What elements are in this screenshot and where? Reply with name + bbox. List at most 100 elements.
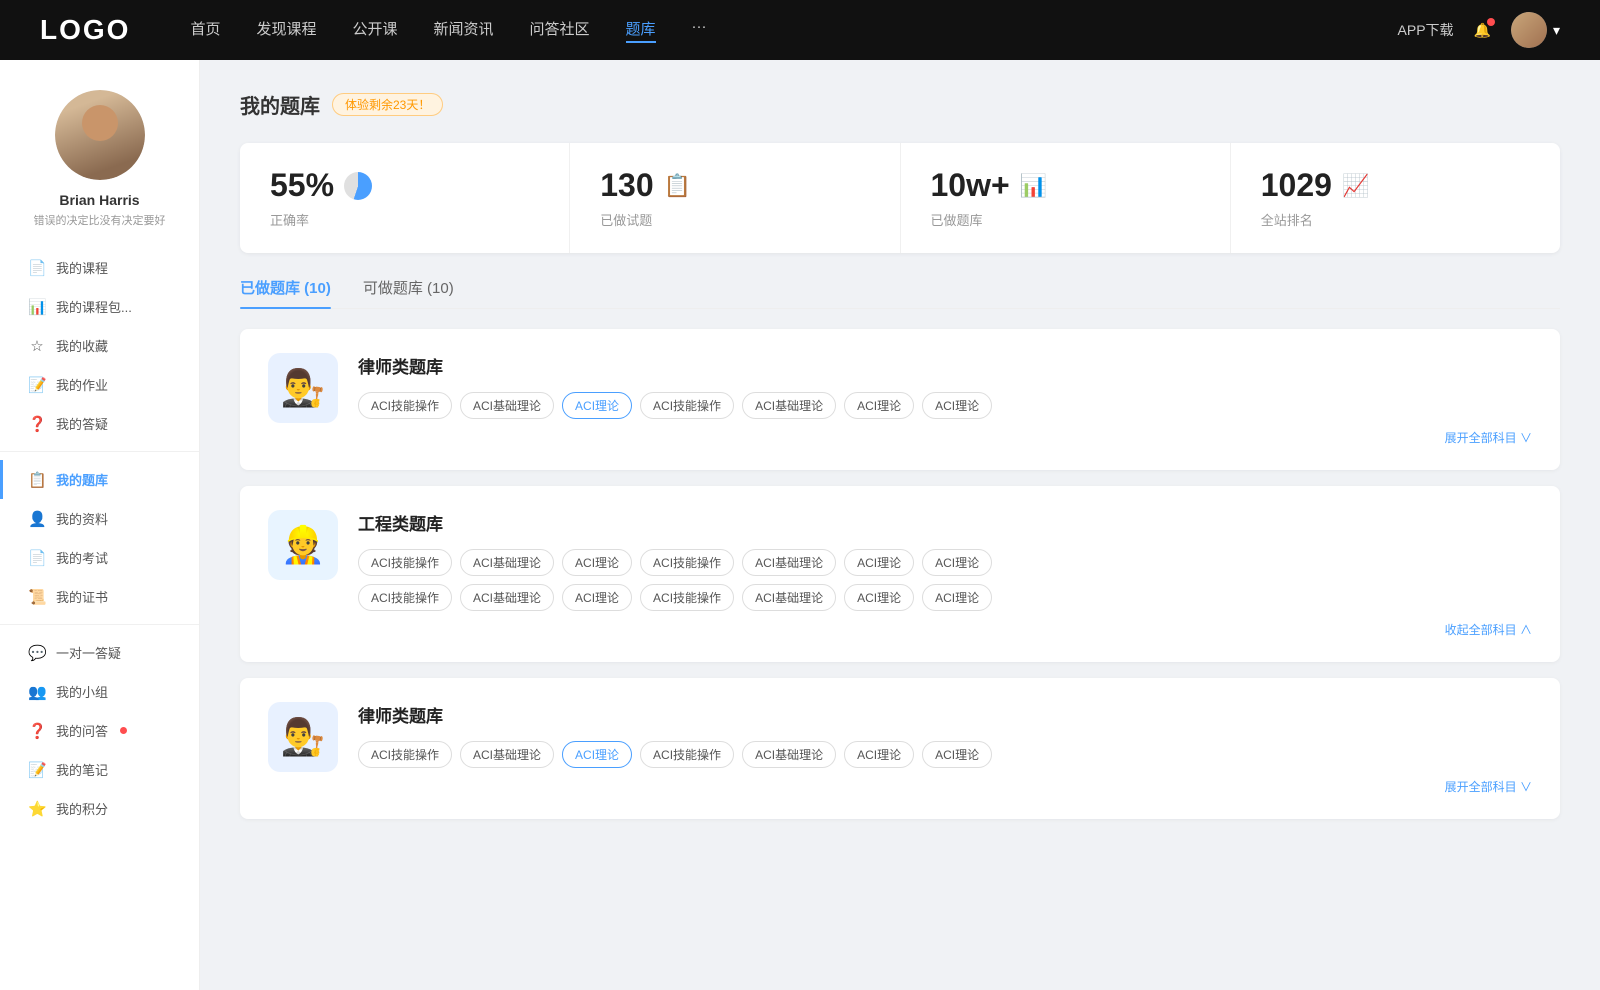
- stat-done-banks: 10w+ 📊 已做题库: [901, 143, 1231, 253]
- sidebar-item-profile[interactable]: 👤 我的资料: [0, 499, 199, 538]
- tag-item[interactable]: ACI理论: [922, 392, 992, 419]
- avatar: [1511, 12, 1547, 48]
- exam-icon: 📄: [28, 549, 46, 567]
- tag-item[interactable]: ACI基础理论: [460, 392, 554, 419]
- sidebar-menu: 📄 我的课程 📊 我的课程包... ☆ 我的收藏 📝 我的作业 ❓ 我的答疑 �: [0, 248, 199, 828]
- sidebar-item-label: 我的积分: [56, 799, 108, 818]
- sidebar-item-questions[interactable]: ❓ 我的答疑: [0, 404, 199, 443]
- tab-available-banks[interactable]: 可做题库 (10): [363, 277, 454, 308]
- sidebar-item-homework[interactable]: 📝 我的作业: [0, 365, 199, 404]
- tag-item-active[interactable]: ACI理论: [562, 392, 632, 419]
- sidebar-item-points[interactable]: ⭐ 我的积分: [0, 789, 199, 828]
- tag-item[interactable]: ACI基础理论: [742, 741, 836, 768]
- tag-item[interactable]: ACI理论: [922, 741, 992, 768]
- qbank-body: 律师类题库 ACI技能操作 ACI基础理论 ACI理论 ACI技能操作 ACI基…: [358, 702, 1532, 795]
- qbank-body: 律师类题库 ACI技能操作 ACI基础理论 ACI理论 ACI技能操作 ACI基…: [358, 353, 1532, 446]
- question-icon: ❓: [28, 415, 46, 433]
- sidebar-item-label: 我的小组: [56, 682, 108, 701]
- user-avatar-area[interactable]: ▾: [1511, 12, 1560, 48]
- tag-item-active[interactable]: ACI理论: [562, 741, 632, 768]
- tag-item[interactable]: ACI理论: [844, 549, 914, 576]
- sidebar-item-label: 我的证书: [56, 587, 108, 606]
- qbank-tags-row2: ACI技能操作 ACI基础理论 ACI理论 ACI技能操作 ACI基础理论 AC…: [358, 584, 1532, 611]
- tag-item[interactable]: ACI技能操作: [358, 392, 452, 419]
- tag-item[interactable]: ACI技能操作: [640, 549, 734, 576]
- stat-top: 55%: [270, 167, 539, 204]
- qbank-card-engineer: 👷 工程类题库 ACI技能操作 ACI基础理论 ACI理论 ACI技能操作 AC…: [240, 486, 1560, 662]
- main-layout: Brian Harris 错误的决定比没有决定要好 📄 我的课程 📊 我的课程包…: [0, 60, 1600, 990]
- sidebar-item-qbank[interactable]: 📋 我的题库: [0, 460, 199, 499]
- logo[interactable]: LOGO: [40, 14, 130, 46]
- sidebar-item-certificate[interactable]: 📜 我的证书: [0, 577, 199, 616]
- qbank-title: 工程类题库: [358, 510, 1532, 535]
- expand-link[interactable]: 展开全部科目 ∨: [358, 429, 1532, 446]
- sidebar-divider-2: [0, 624, 199, 625]
- stat-label-banks: 已做题库: [931, 210, 1200, 229]
- chat-icon: 💬: [28, 644, 46, 662]
- tabs-row: 已做题库 (10) 可做题库 (10): [240, 277, 1560, 309]
- tag-item[interactable]: ACI技能操作: [640, 392, 734, 419]
- main-content: 我的题库 体验剩余23天！ 55% 正确率 130 📋 已做试题: [200, 60, 1600, 990]
- tag-item[interactable]: ACI技能操作: [640, 584, 734, 611]
- nav-news[interactable]: 新闻资讯: [434, 18, 494, 43]
- tag-item[interactable]: ACI基础理论: [742, 392, 836, 419]
- tag-item[interactable]: ACI基础理论: [742, 584, 836, 611]
- tag-item[interactable]: ACI理论: [562, 584, 632, 611]
- sidebar-item-label: 我的题库: [56, 470, 108, 489]
- sidebar-item-course-packages[interactable]: 📊 我的课程包...: [0, 287, 199, 326]
- nav-more[interactable]: ···: [692, 18, 707, 43]
- tag-item[interactable]: ACI技能操作: [358, 584, 452, 611]
- nav-discover[interactable]: 发现课程: [256, 18, 316, 43]
- tag-item[interactable]: ACI技能操作: [640, 741, 734, 768]
- sidebar-item-exams[interactable]: 📄 我的考试: [0, 538, 199, 577]
- sidebar-item-label: 我的课程包...: [56, 297, 132, 316]
- tag-item[interactable]: ACI基础理论: [460, 584, 554, 611]
- tag-item[interactable]: ACI理论: [844, 392, 914, 419]
- stat-label-accuracy: 正确率: [270, 210, 539, 229]
- notification-bell[interactable]: 🔔: [1474, 22, 1491, 39]
- navbar: LOGO 首页 发现课程 公开课 新闻资讯 问答社区 题库 ··· APP下载 …: [0, 0, 1600, 60]
- tag-item[interactable]: ACI基础理论: [742, 549, 836, 576]
- sidebar-item-label: 我的资料: [56, 509, 108, 528]
- sidebar-item-courses[interactable]: 📄 我的课程: [0, 248, 199, 287]
- expand-link-2[interactable]: 展开全部科目 ∨: [358, 778, 1532, 795]
- pie-chart-icon: [344, 172, 372, 200]
- qbank-tags-row1: ACI技能操作 ACI基础理论 ACI理论 ACI技能操作 ACI基础理论 AC…: [358, 549, 1532, 576]
- sidebar-item-favorites[interactable]: ☆ 我的收藏: [0, 326, 199, 365]
- sidebar-item-myanswers[interactable]: ❓ 我的问答: [0, 711, 199, 750]
- qbank-title: 律师类题库: [358, 702, 1532, 727]
- stat-top: 1029 📈: [1261, 167, 1530, 204]
- collapse-link[interactable]: 收起全部科目 ∧: [358, 621, 1532, 638]
- nav-opencourse[interactable]: 公开课: [352, 18, 397, 43]
- qbank-tags: ACI技能操作 ACI基础理论 ACI理论 ACI技能操作 ACI基础理论 AC…: [358, 741, 1532, 768]
- tag-item[interactable]: ACI技能操作: [358, 549, 452, 576]
- stats-row: 55% 正确率 130 📋 已做试题 10w+ 📊 已做题库: [240, 143, 1560, 253]
- app-download-button[interactable]: APP下载: [1398, 20, 1454, 40]
- qbank-card-lawyer-2: 👨‍⚖️ 律师类题库 ACI技能操作 ACI基础理论 ACI理论 ACI技能操作…: [240, 678, 1560, 819]
- engineer-icon: 👷: [281, 524, 326, 566]
- tag-item[interactable]: ACI理论: [844, 741, 914, 768]
- avatar-image: [1511, 12, 1547, 48]
- stat-top: 130 📋: [600, 167, 869, 204]
- nav-home[interactable]: 首页: [190, 18, 220, 43]
- stat-label-done: 已做试题: [600, 210, 869, 229]
- sidebar-item-1on1[interactable]: 💬 一对一答疑: [0, 633, 199, 672]
- nav-qbank[interactable]: 题库: [626, 18, 656, 43]
- stat-value-accuracy: 55%: [270, 167, 334, 204]
- answer-icon: ❓: [28, 722, 46, 740]
- nav-qa[interactable]: 问答社区: [530, 18, 590, 43]
- sidebar-item-label: 我的问答: [56, 721, 108, 740]
- qbank-card-header: 👷 工程类题库 ACI技能操作 ACI基础理论 ACI理论 ACI技能操作 AC…: [268, 510, 1532, 638]
- tag-item[interactable]: ACI技能操作: [358, 741, 452, 768]
- sidebar-item-label: 我的收藏: [56, 336, 108, 355]
- sidebar-item-label: 我的笔记: [56, 760, 108, 779]
- tag-item[interactable]: ACI理论: [922, 584, 992, 611]
- tag-item[interactable]: ACI理论: [562, 549, 632, 576]
- tag-item[interactable]: ACI基础理论: [460, 741, 554, 768]
- sidebar-item-notes[interactable]: 📝 我的笔记: [0, 750, 199, 789]
- tag-item[interactable]: ACI理论: [922, 549, 992, 576]
- sidebar-item-groups[interactable]: 👥 我的小组: [0, 672, 199, 711]
- tag-item[interactable]: ACI基础理论: [460, 549, 554, 576]
- tab-done-banks[interactable]: 已做题库 (10): [240, 277, 331, 308]
- tag-item[interactable]: ACI理论: [844, 584, 914, 611]
